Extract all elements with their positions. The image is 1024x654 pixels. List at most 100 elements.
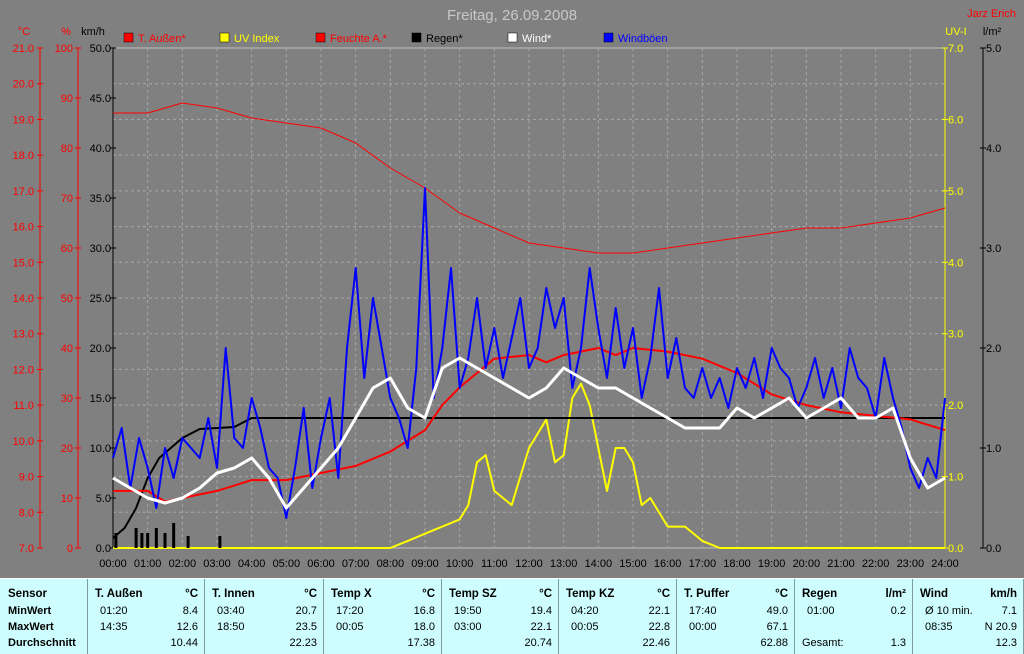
time-tick-label: 03:00	[203, 558, 231, 570]
rain-bar	[172, 523, 176, 548]
stats-avg-value: 17.38	[407, 637, 435, 649]
humidity-tick-label: 40	[61, 343, 73, 355]
wind-tick-label: 45.0	[90, 93, 111, 105]
rain-bar	[140, 533, 144, 548]
rain-bar	[163, 533, 167, 548]
stats-col-unit: °C	[185, 588, 198, 600]
stats-max-time: 14:35	[100, 621, 128, 633]
stats-max-value: 23.5	[295, 621, 317, 633]
legend-label: Feuchte A.*	[330, 33, 388, 45]
time-tick-label: 04:00	[238, 558, 266, 570]
temp-tick-label: 10.0	[13, 436, 34, 448]
axis-unit-label: km/h	[81, 26, 105, 38]
stats-min-value: 20.7	[295, 605, 317, 617]
temp-tick-label: 11.0	[13, 400, 34, 412]
uv-tick-label: 1.0	[948, 472, 963, 484]
stats-label-column: Sensor MinWert MaxWert Durchschnitt	[0, 579, 88, 654]
time-tick-label: 11:00	[481, 558, 508, 570]
stats-max-value: 22.1	[530, 621, 552, 633]
stats-column: Wind km/h Ø 10 min. 7.1 08:35 N 20.9 12.3	[913, 579, 1024, 654]
wind-tick-label: 50.0	[90, 43, 111, 55]
stats-min-time: 17:40	[689, 605, 717, 617]
time-tick-label: 19:00	[758, 558, 786, 570]
stats-col-name: Temp X	[331, 588, 372, 600]
wind-tick-label: 10.0	[90, 443, 111, 455]
wind-tick-label: 5.0	[96, 493, 111, 505]
humidity-tick-label: 30	[61, 393, 73, 405]
temp-tick-label: 12.0	[13, 364, 34, 376]
axis-unit-label: UV-I	[945, 26, 966, 38]
stats-min-value: 22.1	[648, 605, 670, 617]
time-tick-label: 15:00	[619, 558, 647, 570]
humidity-tick-label: 80	[61, 143, 73, 155]
rain-tick-label: 4.0	[986, 143, 1001, 155]
wind-tick-label: 20.0	[90, 343, 111, 355]
minwert-label: MinWert	[8, 605, 52, 617]
legend-swatch	[507, 32, 518, 43]
wind-tick-label: 25.0	[90, 293, 111, 305]
rain-bar	[134, 528, 138, 548]
time-tick-label: 09:00	[411, 558, 439, 570]
wind-tick-label: 0.0	[96, 543, 111, 555]
stats-min-time: 01:20	[100, 605, 128, 617]
stats-max-time: 03:00	[454, 621, 482, 633]
humidity-tick-label: 90	[61, 93, 73, 105]
stats-max-value: 18.0	[413, 621, 435, 633]
temp-tick-label: 7.0	[19, 543, 34, 555]
stats-col-name: T. Außen	[95, 588, 143, 600]
stats-min-time: 04:20	[571, 605, 599, 617]
stats-max-value: 67.1	[766, 621, 788, 633]
legend-swatch	[411, 32, 422, 43]
temp-tick-label: 8.0	[19, 507, 34, 519]
stats-col-name: Wind	[920, 588, 948, 600]
wind-tick-label: 40.0	[90, 143, 111, 155]
legend-label: UV Index	[234, 33, 280, 45]
rain-tick-label: 0.0	[986, 543, 1001, 555]
maxwert-label: MaxWert	[8, 621, 54, 633]
humidity-tick-label: 20	[61, 443, 73, 455]
wind-tick-label: 30.0	[90, 243, 111, 255]
legend-label: Regen*	[426, 33, 463, 45]
stats-col-unit: °C	[775, 588, 788, 600]
legend-swatch	[603, 32, 614, 43]
stats-avg-value: 62.88	[760, 637, 788, 649]
stats-table: Sensor MinWert MaxWert Durchschnitt T. A…	[0, 578, 1024, 654]
time-tick-label: 17:00	[689, 558, 717, 570]
time-tick-label: 14:00	[585, 558, 613, 570]
stats-min-value: 8.4	[182, 605, 198, 617]
stats-avg-value: 22.46	[642, 637, 670, 649]
stats-min-time: 01:00	[807, 605, 835, 617]
stats-min-value: 19.4	[530, 605, 552, 617]
stats-max-value: N 20.9	[984, 621, 1017, 633]
stats-min-value: 16.8	[413, 605, 435, 617]
stats-max-time: 00:05	[571, 621, 599, 633]
humidity-tick-label: 10	[61, 493, 73, 505]
stats-min-time: 17:20	[336, 605, 364, 617]
legend-swatch	[123, 32, 134, 43]
stats-max-time: 08:35	[925, 621, 953, 633]
uv-tick-label: 6.0	[948, 114, 963, 126]
stats-col-name: Temp KZ	[566, 588, 615, 600]
temp-tick-label: 16.0	[13, 222, 34, 234]
uv-tick-label: 7.0	[948, 43, 963, 55]
time-tick-label: 18:00	[723, 558, 751, 570]
stats-col-unit: °C	[304, 588, 317, 600]
stats-min-time: Ø 10 min.	[925, 605, 973, 617]
legend-swatch	[315, 32, 326, 43]
wind-tick-label: 15.0	[90, 393, 111, 405]
legend-swatch	[219, 32, 230, 43]
rain-tick-label: 1.0	[986, 443, 1001, 455]
stats-max-time: 00:05	[336, 621, 364, 633]
temp-tick-label: 9.0	[19, 472, 34, 484]
time-tick-label: 06:00	[307, 558, 335, 570]
rain-bar	[146, 533, 150, 548]
temp-tick-label: 17.0	[13, 186, 34, 198]
wind-tick-label: 35.0	[90, 193, 111, 205]
stats-column: Temp KZ °C 04:20 22.1 00:05 22.8 22.46	[559, 579, 677, 654]
time-tick-label: 20:00	[793, 558, 821, 570]
stats-min-time: 19:50	[454, 605, 482, 617]
uv-tick-label: 2.0	[948, 400, 963, 412]
rain-bar	[186, 536, 190, 548]
axis-unit-label: °C	[18, 26, 30, 38]
stats-avg-value: 12.3	[995, 637, 1017, 649]
